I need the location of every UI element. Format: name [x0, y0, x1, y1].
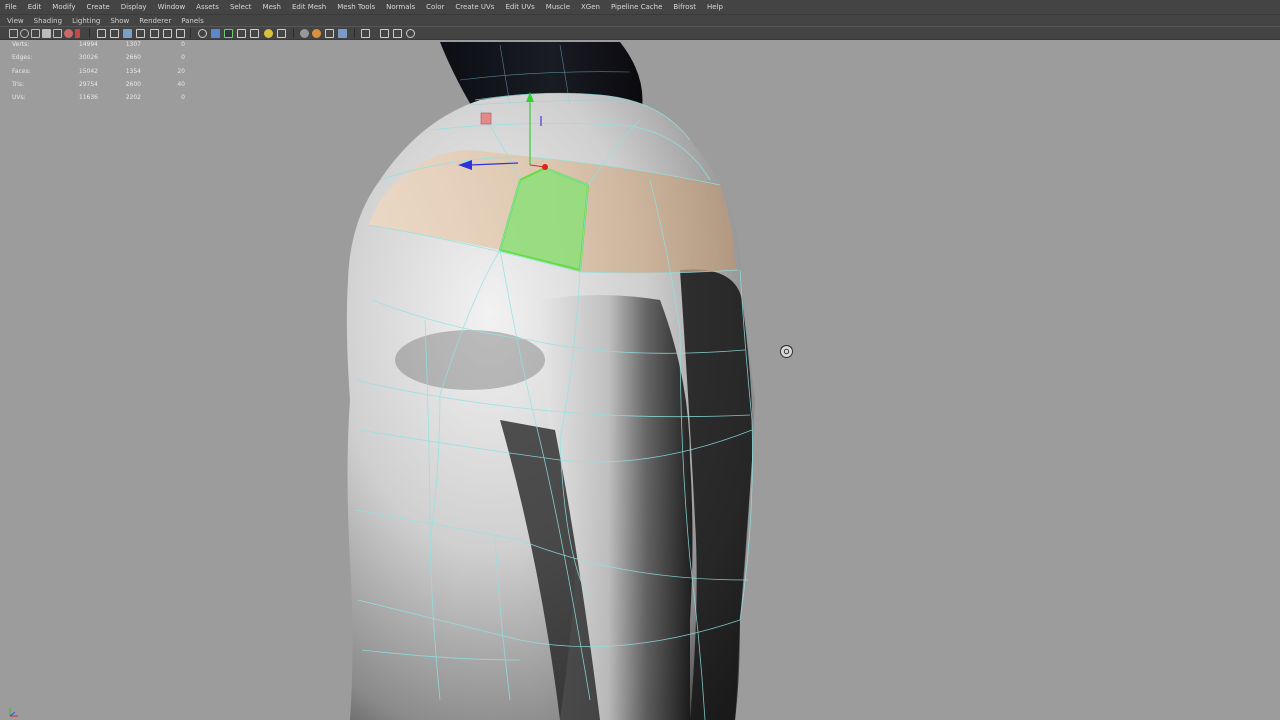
hud-row: Faces: 15042 1354 20: [10, 67, 185, 81]
toolbar-separator: [354, 28, 355, 38]
hud-row: Tris: 29754 2600 40: [10, 80, 185, 94]
motion-blur-icon[interactable]: [277, 29, 286, 38]
hud-label: Verts:: [12, 41, 30, 48]
menu-normals[interactable]: Normals: [386, 3, 415, 11]
menu-create-uvs[interactable]: Create UVs: [455, 3, 494, 11]
hud-value: 11636: [78, 94, 98, 102]
hud-value: 40: [177, 80, 185, 88]
menu-muscle[interactable]: Muscle: [546, 3, 570, 11]
menu-pipeline-cache[interactable]: Pipeline Cache: [611, 3, 662, 11]
share-icon[interactable]: [406, 29, 415, 38]
hud-label: UVs:: [12, 94, 26, 102]
poly-count-hud: Verts: 14994 1307 0 Edges: 30026 2660 0 Faces: 15…: [10, 41, 185, 107]
wireframe-on-shaded-icon[interactable]: [123, 29, 132, 38]
menu-create[interactable]: Create: [86, 3, 109, 11]
toolbar-separator: [89, 28, 90, 38]
tumble-cursor-icon: [780, 345, 793, 358]
panel-menu-view[interactable]: View: [7, 17, 24, 25]
image-plane-icon[interactable]: [42, 29, 51, 38]
toolbar-separator: [190, 28, 191, 38]
character-mesh: [346, 42, 755, 720]
hud-value: 20: [177, 67, 185, 75]
hud-value: 15042: [78, 67, 98, 75]
panel-menu-show[interactable]: Show: [110, 17, 129, 25]
menu-mesh[interactable]: Mesh: [263, 3, 281, 11]
film-gate-icon[interactable]: [64, 29, 73, 38]
hud-row: Verts: 14994 1307 0: [10, 41, 185, 54]
grid-icon[interactable]: [53, 29, 62, 38]
menu-mesh-tools[interactable]: Mesh Tools: [337, 3, 375, 11]
panel-menu-bar: View Shading Lighting Show Renderer Panels: [0, 14, 1280, 26]
panel-menu-shading[interactable]: Shading: [34, 17, 62, 25]
panel-menu-renderer[interactable]: Renderer: [139, 17, 171, 25]
anti-aliasing-icon[interactable]: [300, 29, 309, 38]
hud-value: 14994: [78, 41, 98, 48]
use-all-lights-icon[interactable]: [150, 29, 159, 38]
menu-assets[interactable]: Assets: [196, 3, 219, 11]
hud-value: 0: [181, 94, 185, 102]
panel-menu-panels[interactable]: Panels: [181, 17, 204, 25]
hud-value: 30026: [78, 54, 98, 62]
perspective-viewport[interactable]: [0, 40, 1280, 720]
menu-file[interactable]: File: [5, 3, 17, 11]
menu-display[interactable]: Display: [121, 3, 147, 11]
view-axis-icon: [9, 708, 18, 717]
maya-window: File Edit Modify Create Display Window Assets S…: [0, 0, 1280, 720]
isolate-select-icon[interactable]: [198, 29, 207, 38]
viewport-toolbar: [0, 26, 1280, 40]
menu-window[interactable]: Window: [158, 3, 186, 11]
color-management-icon[interactable]: [361, 29, 370, 38]
hud-row: UVs: 11636 2202 0: [10, 94, 185, 107]
xray-active-icon[interactable]: [224, 29, 233, 38]
menu-edit[interactable]: Edit: [28, 3, 42, 11]
hud-value: 2202: [125, 94, 141, 102]
main-menu-bar: File Edit Modify Create Display Window Assets S…: [0, 0, 1280, 14]
hud-row: Edges: 30026 2660 0: [10, 54, 185, 67]
backface-culling-icon[interactable]: [237, 29, 246, 38]
menu-help[interactable]: Help: [707, 3, 723, 11]
toolbar-separator: [293, 28, 294, 38]
camera-attributes-icon[interactable]: [20, 29, 29, 38]
ambient-occlusion-icon[interactable]: [264, 29, 273, 38]
menu-edit-uvs[interactable]: Edit UVs: [505, 3, 534, 11]
resolution-gate-icon[interactable]: [75, 29, 80, 38]
hud-label: Tris:: [12, 80, 25, 88]
hud-value: 0: [181, 41, 185, 48]
xray-joints-icon[interactable]: [211, 29, 220, 38]
menu-modify[interactable]: Modify: [52, 3, 75, 11]
smooth-shade-icon[interactable]: [110, 29, 119, 38]
menu-select[interactable]: Select: [230, 3, 252, 11]
exposure-icon[interactable]: [325, 29, 334, 38]
hud-label: Faces:: [12, 67, 31, 75]
menu-xgen[interactable]: XGen: [581, 3, 600, 11]
menu-color[interactable]: Color: [426, 3, 444, 11]
hud-toggle-icon[interactable]: [380, 29, 389, 38]
hud-value: 29754: [78, 80, 98, 88]
smooth-wireframe-icon[interactable]: [250, 29, 259, 38]
depth-of-field-icon[interactable]: [312, 29, 321, 38]
panel-layout-icon[interactable]: [393, 29, 402, 38]
hud-value: 1354: [125, 67, 141, 75]
hud-value: 1307: [125, 41, 141, 48]
bookmark-icon[interactable]: [31, 29, 40, 38]
wireframe-icon[interactable]: [97, 29, 106, 38]
gamma-icon[interactable]: [338, 29, 347, 38]
menu-bifrost[interactable]: Bifrost: [673, 3, 696, 11]
hud-value: 2600: [125, 80, 141, 88]
hud-value: 2660: [125, 54, 141, 62]
shadows-icon[interactable]: [163, 29, 172, 38]
select-camera-icon[interactable]: [9, 29, 18, 38]
hud-label: Edges:: [12, 54, 33, 62]
menu-edit-mesh[interactable]: Edit Mesh: [292, 3, 326, 11]
xray-icon[interactable]: [176, 29, 185, 38]
textured-icon[interactable]: [136, 29, 145, 38]
hud-value: 0: [181, 54, 185, 62]
panel-menu-lighting[interactable]: Lighting: [72, 17, 100, 25]
